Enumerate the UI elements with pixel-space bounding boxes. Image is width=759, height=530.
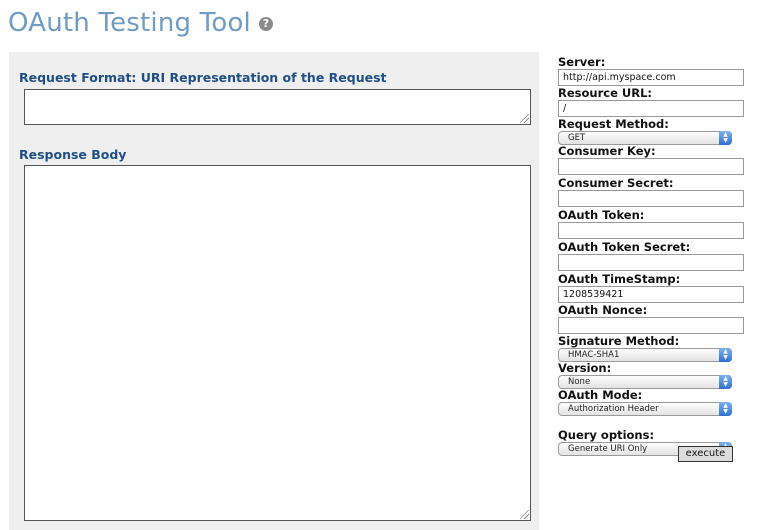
oauth-nonce-input[interactable] — [558, 317, 744, 334]
select-arrows-icon: ▲▼ — [719, 348, 732, 362]
settings-form: Server: http://api.myspace.com Resource … — [558, 56, 746, 456]
oauth-timestamp-input[interactable]: 1208539421 — [558, 286, 744, 303]
version-select[interactable]: None ▲ ▼ — [558, 375, 732, 389]
select-arrows-icon: ▲▼ — [719, 375, 732, 389]
oauth-token-secret-label: OAuth Token Secret: — [558, 240, 691, 254]
oauth-token-secret-input[interactable] — [558, 254, 744, 271]
select-arrows-icon: ▲▼ — [719, 402, 732, 416]
request-method-select[interactable]: GET ▲ ▼ — [558, 131, 732, 145]
consumer-secret-label: Consumer Secret: — [558, 176, 674, 190]
signature-method-select[interactable]: HMAC-SHA1 ▲ ▼ — [558, 348, 732, 362]
consumer-secret-input[interactable] — [558, 190, 744, 207]
request-format-textarea[interactable] — [24, 89, 531, 125]
signature-method-value: HMAC-SHA1 — [568, 350, 620, 360]
oauth-nonce-label: OAuth Nonce: — [558, 303, 648, 317]
server-label: Server: — [558, 55, 606, 69]
resize-grip-icon[interactable] — [520, 510, 529, 519]
server-input[interactable]: http://api.myspace.com — [558, 69, 744, 86]
oauth-token-label: OAuth Token: — [558, 208, 645, 222]
request-method-label: Request Method: — [558, 117, 669, 131]
resource-url-input[interactable]: / — [558, 100, 744, 117]
oauth-mode-label: OAuth Mode: — [558, 388, 643, 402]
version-label: Version: — [558, 361, 612, 375]
response-body-textarea[interactable] — [24, 165, 531, 521]
select-arrows-icon: ▲▼ — [719, 131, 732, 145]
oauth-mode-value: Authorization Header — [568, 404, 659, 414]
oauth-timestamp-label: OAuth TimeStamp: — [558, 272, 681, 286]
resize-grip-icon[interactable] — [520, 114, 529, 123]
query-options-label: Query options: — [558, 428, 655, 442]
version-value: None — [568, 377, 591, 387]
request-method-value: GET — [568, 133, 586, 143]
resource-url-label: Resource URL: — [558, 86, 652, 100]
query-options-value: Generate URI Only — [568, 444, 648, 454]
consumer-key-input[interactable] — [558, 158, 744, 175]
consumer-key-label: Consumer Key: — [558, 144, 656, 158]
page-title: OAuth Testing Tool? — [8, 8, 273, 38]
oauth-token-input[interactable] — [558, 222, 744, 239]
question-icon[interactable]: ? — [258, 17, 273, 31]
response-body-label: Response Body — [19, 147, 127, 162]
execute-button[interactable]: execute — [678, 446, 733, 462]
page-title-text: OAuth Testing Tool — [8, 8, 251, 38]
signature-method-label: Signature Method: — [558, 334, 680, 348]
request-format-label: Request Format: URI Representation of th… — [19, 70, 387, 85]
oauth-mode-select[interactable]: Authorization Header ▲ ▼ — [558, 402, 732, 416]
